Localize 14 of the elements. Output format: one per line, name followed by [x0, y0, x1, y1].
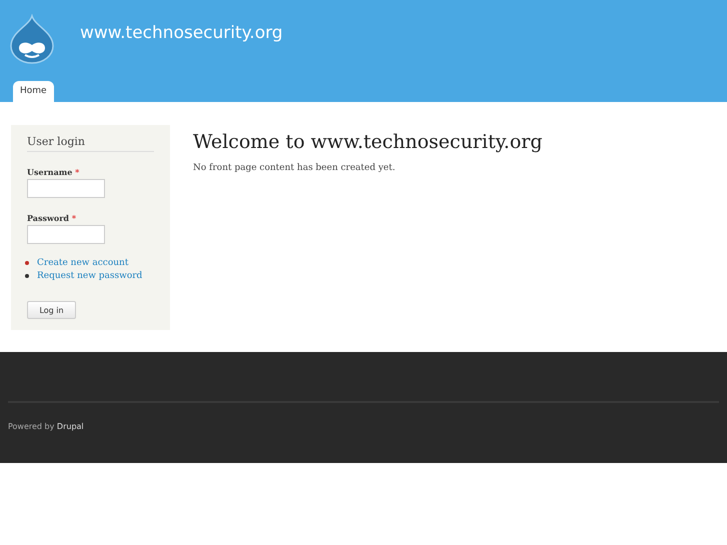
drop-logo-icon[interactable] [9, 14, 55, 64]
body-text: No front page content has been created yet. [193, 163, 396, 173]
page-title: Welcome to www.technosecurity.org [193, 131, 542, 153]
login-button[interactable]: Log in [27, 301, 76, 319]
input-field[interactable] [27, 225, 105, 244]
field-label: Username * [27, 167, 80, 177]
field-label: Password * [27, 213, 76, 223]
account-link[interactable]: Request new password [37, 270, 142, 280]
powered-by-text: Powered by Drupal [8, 422, 85, 431]
home-tab[interactable]: Home [13, 81, 54, 102]
block-title: User login [27, 135, 154, 152]
drupal-link[interactable]: Drupal [56, 422, 84, 431]
input-field[interactable] [27, 179, 105, 198]
account-link[interactable]: Create new account [37, 258, 128, 268]
